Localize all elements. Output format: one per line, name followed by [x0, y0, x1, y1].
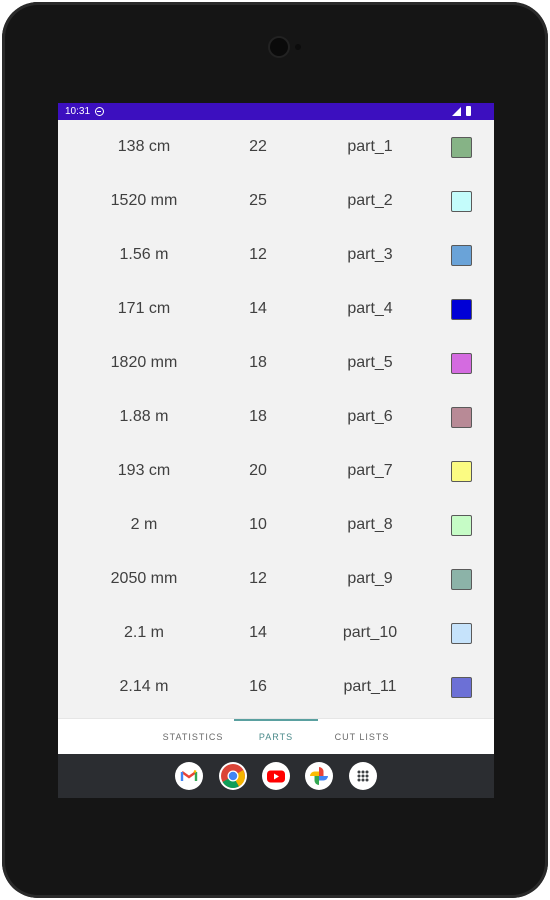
- part-quantity: 25: [249, 192, 267, 209]
- part-color-swatch[interactable]: [451, 407, 472, 428]
- part-color-swatch[interactable]: [451, 569, 472, 590]
- part-name: part_2: [347, 192, 393, 209]
- part-name: part_9: [347, 570, 393, 587]
- part-name: part_10: [342, 624, 398, 641]
- signal-icon: [452, 107, 461, 116]
- part-quantity: 14: [249, 624, 267, 641]
- part-length: 2 m: [130, 516, 158, 533]
- tab-cut-lists[interactable]: CUT LISTS: [320, 719, 404, 755]
- part-length: 2.14 m: [119, 678, 169, 695]
- part-row[interactable]: 193 cm 20 part_7: [58, 444, 494, 498]
- part-length: 2.1 m: [123, 624, 164, 641]
- part-quantity: 10: [249, 516, 267, 533]
- status-bar: 10:31: [58, 103, 494, 120]
- part-length: 1520 mm: [110, 192, 178, 209]
- chrome-icon[interactable]: [219, 762, 247, 790]
- part-quantity: 22: [249, 138, 267, 155]
- front-camera: [270, 38, 288, 56]
- do-not-disturb-icon: [95, 107, 104, 116]
- part-row[interactable]: 2.1 m 14 part_10: [58, 606, 494, 660]
- part-quantity: 20: [249, 462, 267, 479]
- taskbar: [58, 754, 494, 798]
- part-color-swatch[interactable]: [451, 191, 472, 212]
- part-quantity: 16: [249, 678, 267, 695]
- part-color-swatch[interactable]: [451, 461, 472, 482]
- part-row[interactable]: 1820 mm 18 part_5: [58, 336, 494, 390]
- tab-bar: STATISTICS PARTS CUT LISTS: [58, 718, 494, 755]
- part-color-swatch[interactable]: [451, 353, 472, 374]
- part-length: 1820 mm: [110, 354, 178, 371]
- part-length: 171 cm: [117, 300, 171, 317]
- part-name: part_11: [343, 678, 397, 695]
- photos-icon[interactable]: [305, 762, 333, 790]
- youtube-icon[interactable]: [262, 762, 290, 790]
- part-name: part_6: [347, 408, 393, 425]
- part-color-swatch[interactable]: [451, 515, 472, 536]
- screen: 10:31 138 cm 22 part_1 1520 mm 25 part_2…: [58, 103, 494, 798]
- part-quantity: 18: [249, 408, 267, 425]
- part-name: part_7: [347, 462, 393, 479]
- part-row[interactable]: 138 cm 22 part_1: [58, 120, 494, 174]
- part-quantity: 12: [249, 246, 267, 263]
- part-row[interactable]: 1.88 m 18 part_6: [58, 390, 494, 444]
- part-length: 2050 mm: [110, 570, 178, 587]
- part-row[interactable]: 2050 mm 12 part_9: [58, 552, 494, 606]
- part-row[interactable]: 1520 mm 25 part_2: [58, 174, 494, 228]
- parts-list[interactable]: 138 cm 22 part_1 1520 mm 25 part_2 1.56 …: [58, 120, 494, 718]
- tab-statistics[interactable]: STATISTICS: [148, 719, 238, 755]
- part-quantity: 18: [249, 354, 267, 371]
- part-name: part_8: [347, 516, 393, 533]
- part-row[interactable]: 1.56 m 12 part_3: [58, 228, 494, 282]
- part-name: part_3: [347, 246, 393, 263]
- battery-icon: [466, 106, 471, 116]
- tab-parts[interactable]: PARTS: [234, 719, 318, 755]
- part-length: 1.88 m: [119, 408, 169, 425]
- part-color-swatch[interactable]: [451, 299, 472, 320]
- status-time: 10:31: [65, 106, 91, 117]
- part-name: part_4: [347, 300, 393, 317]
- part-length: 193 cm: [117, 462, 171, 479]
- part-color-swatch[interactable]: [451, 245, 472, 266]
- app-drawer-icon[interactable]: [349, 762, 377, 790]
- part-color-swatch[interactable]: [451, 623, 472, 644]
- part-row[interactable]: 2 m 10 part_8: [58, 498, 494, 552]
- part-quantity: 12: [249, 570, 267, 587]
- part-name: part_1: [347, 138, 393, 155]
- part-length: 1.56 m: [119, 246, 169, 263]
- part-quantity: 14: [249, 300, 267, 317]
- gmail-icon[interactable]: [175, 762, 203, 790]
- part-length: 138 cm: [117, 138, 171, 155]
- tab-selected-indicator: [234, 719, 318, 721]
- part-row[interactable]: 171 cm 14 part_4: [58, 282, 494, 336]
- part-name: part_5: [347, 354, 393, 371]
- part-color-swatch[interactable]: [451, 677, 472, 698]
- part-color-swatch[interactable]: [451, 137, 472, 158]
- camera-sensor: [295, 44, 301, 50]
- part-row[interactable]: 2.14 m 16 part_11: [58, 660, 494, 714]
